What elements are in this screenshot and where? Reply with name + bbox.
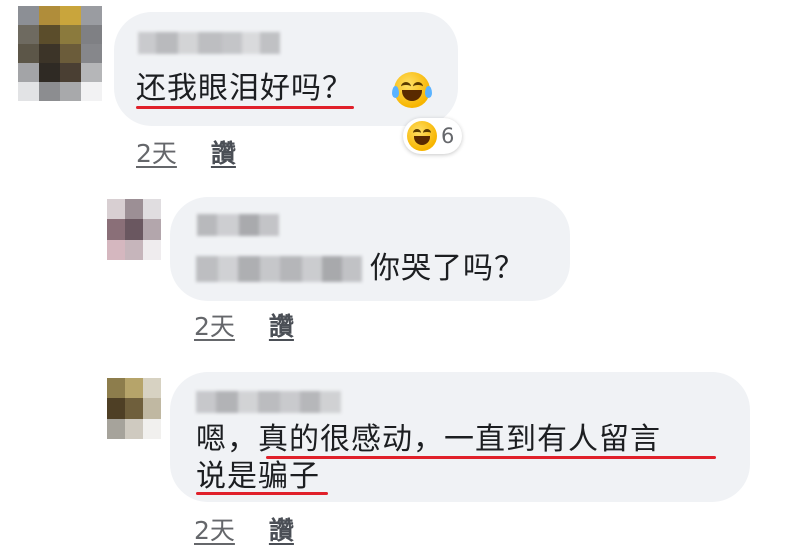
reply-author-name-blurred[interactable] bbox=[196, 391, 341, 413]
reply-mention-blurred[interactable] bbox=[196, 256, 362, 282]
like-button[interactable]: 讚 bbox=[211, 134, 236, 170]
comment-underline bbox=[136, 106, 354, 109]
like-button[interactable]: 讚 bbox=[269, 307, 294, 343]
comment-meta: 2天 讚 bbox=[136, 134, 236, 170]
reply-timestamp[interactable]: 2天 bbox=[194, 307, 235, 343]
commenter-name-blurred[interactable] bbox=[138, 32, 280, 54]
reply-text-line2: 说是骗子 bbox=[196, 459, 320, 494]
reply-author-name-blurred[interactable] bbox=[197, 214, 279, 236]
reply-text-line1: 嗯，真的很感动，一直到有人留言 bbox=[196, 422, 661, 457]
comment-text: 还我眼泪好吗？ bbox=[136, 71, 353, 106]
reply-meta: 2天 讚 bbox=[194, 511, 294, 547]
reply-avatar[interactable] bbox=[107, 199, 161, 260]
comment-timestamp[interactable]: 2天 bbox=[136, 134, 177, 170]
reply-text: 你哭了吗？ bbox=[370, 251, 525, 286]
reply-avatar[interactable] bbox=[107, 378, 161, 439]
laughing-squint-emoji-icon bbox=[407, 121, 437, 151]
reaction-count: 6 bbox=[441, 124, 455, 148]
laughing-tears-emoji-icon bbox=[392, 72, 432, 108]
reply-meta: 2天 讚 bbox=[194, 307, 294, 343]
reply-underline bbox=[196, 492, 328, 495]
reply-underline bbox=[266, 456, 716, 459]
commenter-avatar[interactable] bbox=[18, 6, 102, 101]
like-button[interactable]: 讚 bbox=[269, 511, 294, 547]
reaction-summary[interactable]: 6 bbox=[403, 118, 463, 154]
reply-timestamp[interactable]: 2天 bbox=[194, 511, 235, 547]
